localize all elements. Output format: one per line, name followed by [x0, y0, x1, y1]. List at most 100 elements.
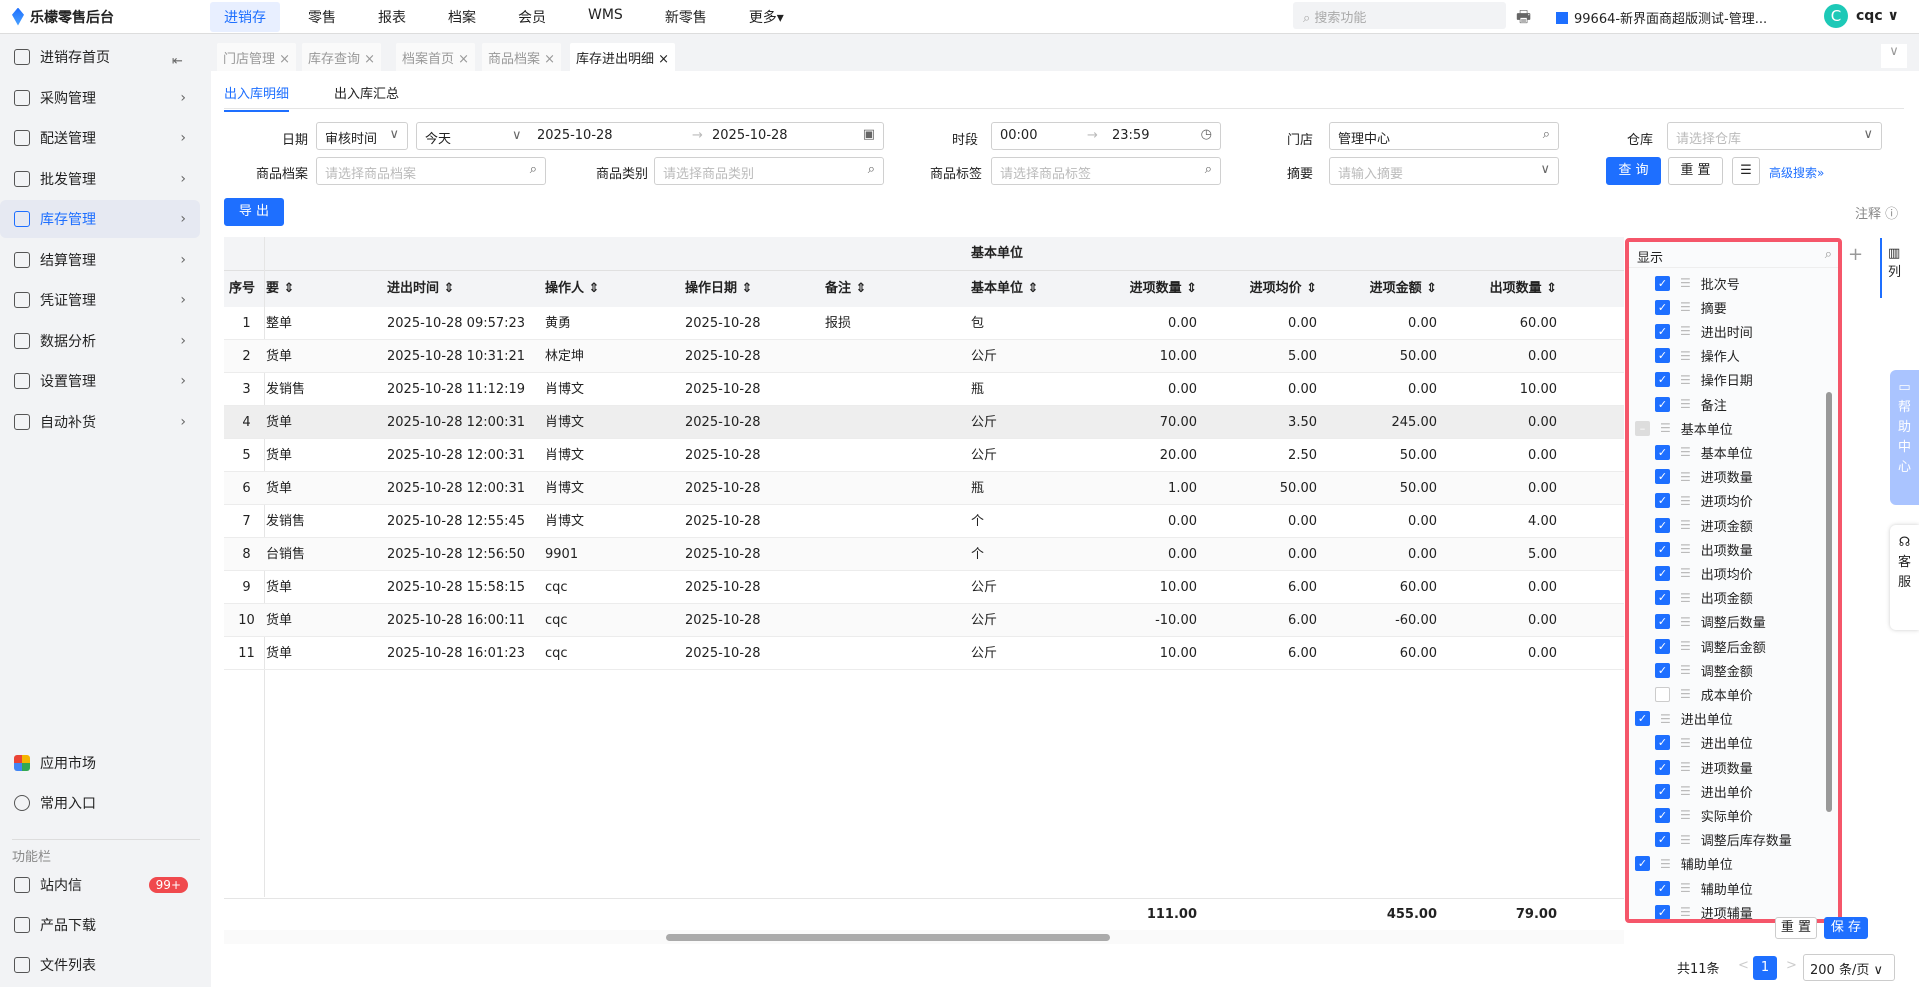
- page-tab[interactable]: 商品档案 ×: [482, 43, 562, 71]
- column-option[interactable]: ✓ ☰ 调整后金额: [1655, 634, 1766, 658]
- checkbox[interactable]: ✓: [1655, 662, 1670, 678]
- sidebar-item[interactable]: 凭证管理 ›: [0, 281, 200, 319]
- nav-item[interactable]: 更多▾: [735, 2, 798, 32]
- drag-handle-icon[interactable]: ☰: [1680, 808, 1691, 822]
- checkbox[interactable]: ✓: [1655, 444, 1670, 460]
- nav-item[interactable]: WMS: [574, 2, 637, 32]
- sidebar-item[interactable]: 数据分析 ›: [0, 322, 200, 360]
- scrollbar-thumb[interactable]: [666, 934, 1110, 941]
- column-option[interactable]: ✓ ☰ 进项均价: [1655, 489, 1753, 513]
- category-input[interactable]: 请选择商品类别 ⌕: [654, 157, 884, 185]
- column-option[interactable]: ✓ ☰ 调整金额: [1655, 658, 1753, 682]
- column-option[interactable]: ✓ ☰ 进项辅量: [1655, 900, 1753, 919]
- next-page-button[interactable]: >: [1786, 958, 1797, 973]
- column-option[interactable]: ☰ 成本单价: [1655, 682, 1753, 706]
- column-option[interactable]: ✓ ☰ 操作日期: [1655, 368, 1753, 392]
- drag-handle-icon[interactable]: ☰: [1680, 276, 1691, 290]
- table-row[interactable]: 10 货单 2025-10-28 16:00:11 cqc 2025-10-28 公斤 -1…: [224, 604, 1624, 637]
- advanced-search-link[interactable]: 高级搜索»: [1769, 164, 1824, 181]
- sort-icon[interactable]: ⇕: [279, 281, 295, 296]
- column-tab[interactable]: ▥ 列: [1880, 238, 1910, 298]
- column-header[interactable]: 序号: [229, 271, 264, 307]
- sidebar-tool-item[interactable]: 产品下载: [0, 906, 200, 944]
- sidebar-bottom-item[interactable]: 应用市场: [0, 744, 200, 782]
- drag-handle-icon[interactable]: ☰: [1680, 881, 1691, 895]
- checkbox[interactable]: ✓: [1655, 735, 1670, 751]
- column-option[interactable]: ✓ ☰ 进项数量: [1655, 465, 1753, 489]
- sort-icon[interactable]: ⇕: [1023, 281, 1039, 296]
- sidebar-item[interactable]: 进销存首页: [0, 38, 200, 76]
- column-option[interactable]: ✓ ☰ 进出时间: [1655, 319, 1753, 343]
- avatar[interactable]: C: [1824, 4, 1848, 28]
- column-option[interactable]: ✓ ☰ 出项数量: [1655, 537, 1753, 561]
- column-option[interactable]: ✓ ☰ 出项均价: [1655, 561, 1753, 585]
- drag-handle-icon[interactable]: ☰: [1680, 566, 1691, 580]
- function-search-input[interactable]: ⌕ 搜索功能: [1293, 2, 1506, 29]
- drag-handle-icon[interactable]: ☰: [1660, 712, 1671, 726]
- column-header[interactable]: 进项金额 ⇕: [1325, 271, 1437, 307]
- table-row[interactable]: 9 货单 2025-10-28 15:58:15 cqc 2025-10-28 公斤 10.…: [224, 571, 1624, 604]
- prev-page-button[interactable]: <: [1738, 958, 1749, 973]
- column-option[interactable]: – ☰ 基本单位: [1635, 416, 1733, 440]
- checkbox[interactable]: ✓: [1655, 904, 1670, 919]
- column-header[interactable]: 基本单位 ⇕: [971, 271, 1091, 307]
- column-option[interactable]: ✓ ☰ 进出单位: [1635, 707, 1733, 731]
- help-center-button[interactable]: ▭ 帮助中心: [1890, 370, 1919, 505]
- drag-handle-icon[interactable]: ☰: [1680, 300, 1691, 314]
- checkbox[interactable]: ✓: [1635, 856, 1650, 872]
- search-icon[interactable]: ⌕: [1825, 247, 1832, 262]
- nav-item[interactable]: 会员: [504, 2, 560, 32]
- checkbox[interactable]: ✓: [1655, 541, 1670, 557]
- drag-handle-icon[interactable]: ☰: [1680, 833, 1691, 847]
- summary-select[interactable]: 请输入摘要 ∨: [1329, 157, 1559, 185]
- checkbox[interactable]: ✓: [1655, 614, 1670, 630]
- sidebar-item[interactable]: 结算管理 ›: [0, 241, 200, 279]
- checkbox[interactable]: ✓: [1655, 565, 1670, 581]
- tab-inout-summary[interactable]: 出入库汇总: [334, 83, 399, 102]
- drag-handle-icon[interactable]: ☰: [1680, 784, 1691, 798]
- column-header[interactable]: 进项均价 ⇕: [1205, 271, 1317, 307]
- drag-handle-icon[interactable]: ☰: [1680, 542, 1691, 556]
- drag-handle-icon[interactable]: ☰: [1680, 663, 1691, 677]
- checkbox[interactable]: ✓: [1655, 807, 1670, 823]
- checkbox[interactable]: ✓: [1655, 348, 1670, 364]
- checkbox[interactable]: ✓: [1655, 590, 1670, 606]
- sort-icon[interactable]: ⇕: [1182, 281, 1197, 296]
- table-row[interactable]: 2 货单 2025-10-28 10:31:21 林定坤 2025-10-28 公斤 10.…: [224, 340, 1624, 373]
- column-header[interactable]: 要 ⇕: [266, 271, 366, 307]
- note-toggle[interactable]: 注释 ⓘ: [1855, 203, 1898, 222]
- checkbox[interactable]: ✓: [1655, 299, 1670, 315]
- column-option[interactable]: ✓ ☰ 调整后数量: [1655, 610, 1766, 634]
- export-button[interactable]: 导 出: [224, 198, 284, 226]
- checkbox[interactable]: [1655, 686, 1670, 702]
- checkbox[interactable]: ✓: [1655, 396, 1670, 412]
- checkbox[interactable]: –: [1635, 420, 1650, 436]
- drag-handle-icon[interactable]: ☰: [1680, 639, 1691, 653]
- sidebar-bottom-item[interactable]: 常用入口: [0, 784, 200, 822]
- store-input[interactable]: 管理中心 ⌕: [1329, 122, 1559, 150]
- column-option[interactable]: ✓ ☰ 操作人: [1655, 344, 1740, 368]
- nav-item[interactable]: 新零售: [651, 2, 721, 32]
- drag-handle-icon[interactable]: ☰: [1680, 397, 1691, 411]
- customer-service-button[interactable]: ☊ 客服: [1890, 525, 1919, 630]
- drag-handle-icon[interactable]: ☰: [1680, 494, 1691, 508]
- item-input[interactable]: 请选择商品档案 ⌕: [316, 157, 546, 185]
- column-option[interactable]: ✓ ☰ 辅助单位: [1655, 876, 1753, 900]
- reset-button[interactable]: 重 置: [1668, 157, 1723, 185]
- nav-item[interactable]: 零售: [294, 2, 350, 32]
- sidebar-tool-item[interactable]: 文件列表: [0, 946, 200, 984]
- column-option[interactable]: ✓ ☰ 实际单价: [1655, 803, 1753, 827]
- drag-handle-icon[interactable]: ☰: [1680, 324, 1691, 338]
- checkbox[interactable]: ✓: [1655, 469, 1670, 485]
- sidebar-item[interactable]: 配送管理 ›: [0, 119, 200, 157]
- sort-icon[interactable]: ⇕: [1422, 281, 1437, 296]
- sidebar-tool-item[interactable]: 站内信 99+: [0, 866, 200, 904]
- page-tab[interactable]: 库存查询 ×: [302, 43, 382, 71]
- nav-item[interactable]: 档案: [434, 2, 490, 32]
- tab-inout-detail[interactable]: 出入库明细: [224, 83, 290, 112]
- page-tab[interactable]: 门店管理 ×: [217, 43, 297, 71]
- table-row[interactable]: 4 货单 2025-10-28 12:00:31 肖博文 2025-10-28 公斤 70.…: [224, 406, 1624, 439]
- tag-input[interactable]: 请选择商品标签 ⌕: [991, 157, 1221, 185]
- sort-icon[interactable]: ⇕: [439, 281, 455, 296]
- table-row[interactable]: 3 发销售 2025-10-28 11:12:19 肖博文 2025-10-28 瓶 0.0…: [224, 373, 1624, 406]
